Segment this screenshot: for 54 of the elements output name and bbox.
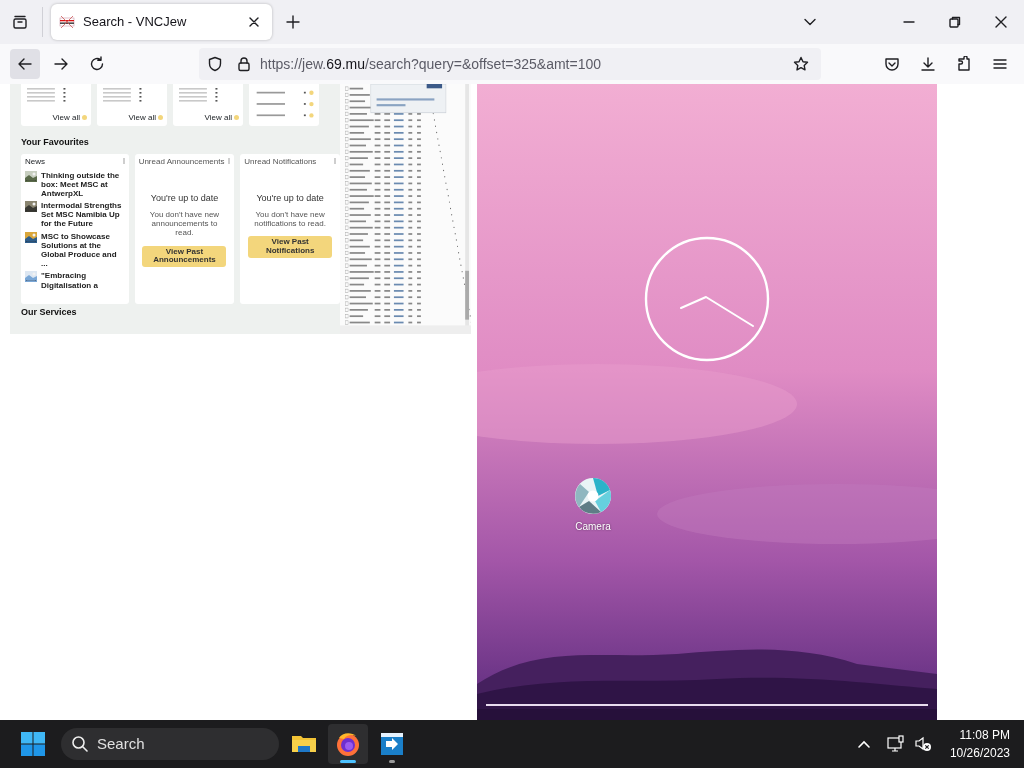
view-past-button[interactable]: View Past Announcements <box>142 245 227 268</box>
clock-button[interactable]: 11:08 PM 10/26/2023 <box>949 726 1010 762</box>
reload-icon <box>89 56 105 72</box>
firefox-logo-icon <box>334 730 362 758</box>
message-text: You don't have new announcements to read. <box>148 210 221 238</box>
view-past-button[interactable]: View Past Notifications <box>248 236 333 258</box>
star-icon <box>793 56 809 72</box>
arrow-dot-icon <box>234 114 239 120</box>
back-button[interactable] <box>10 49 40 79</box>
lock-icon <box>236 56 252 72</box>
search-box[interactable]: Search <box>61 728 279 760</box>
address-bar[interactable]: https://jew.69.mu/search?query=&offset=325&amt=100 <box>199 48 821 80</box>
flag-icon <box>59 14 75 30</box>
url-text: https://jew.69.mu/search?query=&offset=325&amt=100 <box>260 54 603 74</box>
browser-tab[interactable]: Search - VNCJew <box>51 4 272 40</box>
section-heading: Our Services <box>21 307 78 317</box>
camera-app-icon[interactable] <box>574 477 612 515</box>
arrow-dot-icon <box>82 114 87 120</box>
view-all-link[interactable]: View all <box>52 112 80 122</box>
back-arrow-icon <box>17 56 33 72</box>
close-icon <box>248 16 260 28</box>
search-icon <box>71 735 89 753</box>
menu-icon <box>992 56 1008 72</box>
download-icon <box>920 56 936 72</box>
puzzle-icon <box>956 56 972 72</box>
message-text: You don't have new notifications to read. <box>253 210 327 229</box>
taskbar-app-button[interactable] <box>328 724 368 764</box>
windows-logo-icon <box>21 732 45 756</box>
close-icon <box>994 15 1008 29</box>
search-placeholder: Search <box>97 733 145 754</box>
card-title: Unread Notifications <box>244 157 317 166</box>
news-headline[interactable]: Intermodal Strengths Set MSC Namibia Up for the Future <box>41 201 125 229</box>
section-heading: Your Favourites <box>21 136 90 149</box>
arrow-dot-icon <box>158 114 163 120</box>
card-title: News <box>25 157 45 166</box>
view-all-link[interactable]: View all <box>128 112 156 122</box>
plus-icon <box>286 15 300 29</box>
shield-icon <box>207 56 223 72</box>
speaker-muted-icon <box>913 735 932 753</box>
card-title: Unread Announcements <box>138 157 225 166</box>
pocket-icon <box>884 56 900 72</box>
tab-title: Search - VNCJew <box>83 13 188 32</box>
remote-desktop-icon <box>378 730 406 758</box>
app-label[interactable]: Camera <box>575 519 611 534</box>
view-all-link[interactable]: View all <box>204 112 232 122</box>
status-text: You're up to date <box>150 191 219 205</box>
news-headline[interactable]: "Embracing Digitalisation a <box>41 271 125 290</box>
news-headline[interactable]: MSC to Showcase Solutions at the Global Produce and ... <box>41 231 125 269</box>
status-text: You're up to date <box>256 191 324 205</box>
network-monitor-icon <box>886 735 905 753</box>
news-headline[interactable]: Thinking outside the box: Meet MSC at AntwerpXL <box>41 170 125 199</box>
forward-arrow-icon <box>53 56 69 72</box>
restore-icon <box>948 15 962 29</box>
tab-list-icon <box>12 14 28 30</box>
